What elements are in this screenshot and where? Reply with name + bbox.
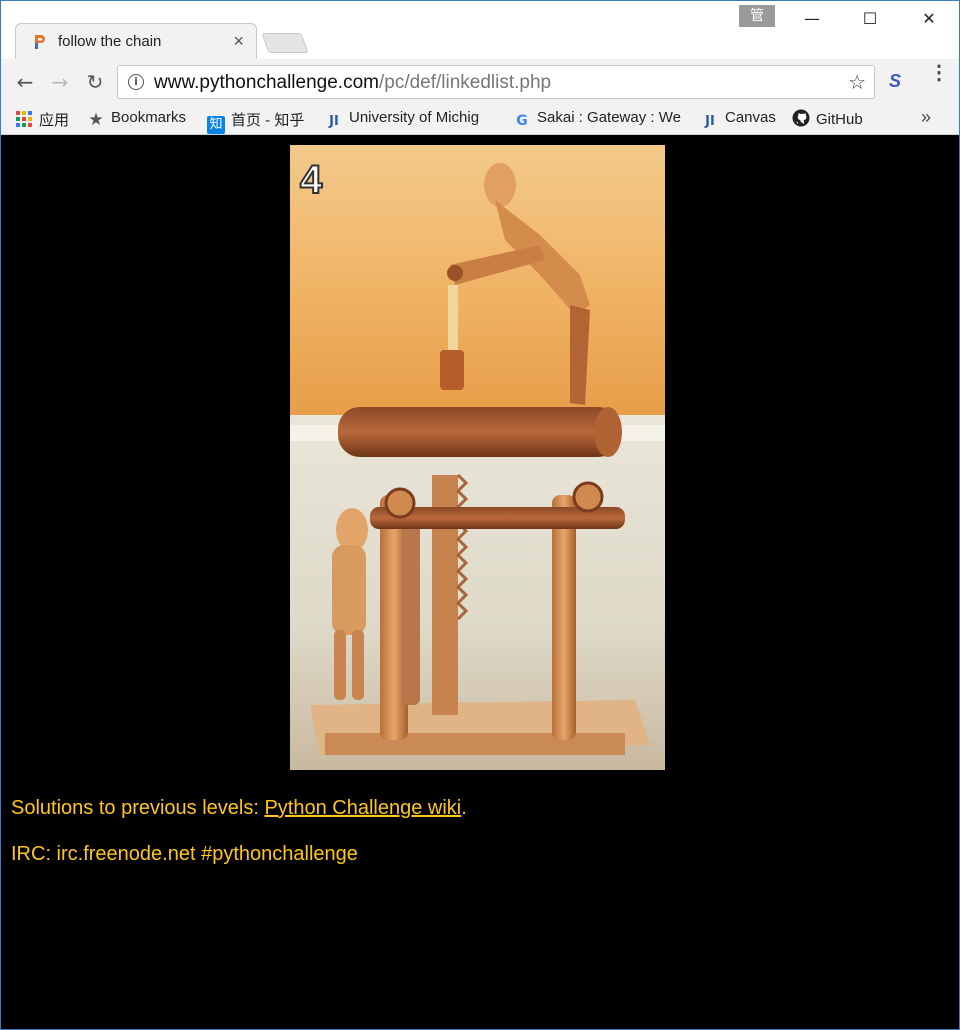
tab-follow-the-chain[interactable]: follow the chain × (15, 23, 257, 59)
browser-menu-icon[interactable]: ⋮ (929, 63, 949, 83)
bookmarks-overflow-button[interactable]: » (921, 107, 931, 128)
solutions-line: Solutions to previous levels: Python Cha… (11, 797, 467, 820)
ji-icon: JI (329, 114, 339, 129)
minimize-button[interactable]: — (797, 7, 827, 31)
bookmarks-bar: 应用 ★ Bookmarks 知首页 - 知乎 JI University of M… (1, 105, 959, 135)
bookmark-umich[interactable]: JI University of Michig (325, 109, 495, 131)
solutions-prefix: Solutions to previous levels: (11, 797, 265, 819)
back-button[interactable]: ← (11, 68, 39, 96)
url-text[interactable]: www.pythonchallenge.com/pc/def/linkedlis… (154, 72, 551, 94)
title-bar: follow the chain × 管 — ☐ ✕ (1, 1, 959, 59)
maximize-button[interactable]: ☐ (855, 7, 885, 31)
site-info-icon[interactable]: i (128, 74, 144, 90)
bookmark-canvas[interactable]: JI Canvas (701, 109, 776, 131)
reload-button[interactable]: ↻ (81, 68, 109, 96)
bookmark-label: GitHub (816, 111, 863, 128)
star-icon: ★ (88, 110, 104, 130)
window-border (0, 0, 1, 1030)
url-host: www.pythonchallenge.com (154, 72, 379, 93)
puzzle-image[interactable]: 4 (290, 145, 665, 770)
ji-icon: JI (705, 114, 715, 129)
bookmark-label: Sakai : Gateway : We (537, 109, 681, 126)
solutions-suffix: . (461, 797, 467, 819)
bookmark-label: Bookmarks (111, 109, 187, 126)
bookmark-label: Canvas (725, 109, 776, 126)
close-window-button[interactable]: ✕ (914, 7, 944, 31)
bookmark-label: 首页 - 知乎 (231, 112, 305, 129)
bookmark-label: University of Michig (349, 109, 480, 126)
bookmark-label: 应用 (39, 112, 70, 129)
address-bar[interactable]: i www.pythonchallenge.com/pc/def/linkedl… (117, 65, 875, 99)
url-path: /pc/def/linkedlist.php (378, 72, 552, 93)
apps-grid-icon (16, 111, 32, 127)
bookmark-folder-bookmarks[interactable]: ★ Bookmarks (87, 109, 186, 131)
ime-indicator: 管 (739, 5, 775, 27)
google-icon: G (516, 113, 528, 129)
new-tab-button[interactable] (261, 33, 309, 53)
level-number: 4 (300, 158, 323, 202)
forward-button[interactable]: → (46, 68, 74, 96)
bookmark-zhihu[interactable]: 知首页 - 知乎 (207, 109, 305, 134)
zhihu-icon: 知 (207, 116, 225, 134)
github-icon (792, 109, 810, 127)
tab-title: follow the chain (58, 33, 162, 50)
irc-line: IRC: irc.freenode.net #pythonchallenge (11, 843, 358, 865)
bookmark-star-icon[interactable]: ☆ (848, 70, 866, 94)
extension-icon[interactable]: S (889, 71, 901, 92)
browser-chrome: follow the chain × 管 — ☐ ✕ ← → ↻ i www.p… (0, 0, 960, 135)
bookmark-github[interactable]: GitHub (792, 109, 863, 131)
python-challenge-wiki-link[interactable]: Python Challenge wiki (264, 797, 461, 819)
tab-close-icon[interactable]: × (233, 31, 244, 52)
toolbar: ← → ↻ i www.pythonchallenge.com/pc/def/l… (1, 59, 959, 105)
bookmark-apps[interactable]: 应用 (15, 109, 69, 131)
page-content: 4 Solutions to previous levels: Python C… (1, 135, 958, 1029)
bookmark-sakai[interactable]: G Sakai : Gateway : We (513, 109, 685, 131)
python-challenge-favicon-icon (35, 35, 45, 49)
